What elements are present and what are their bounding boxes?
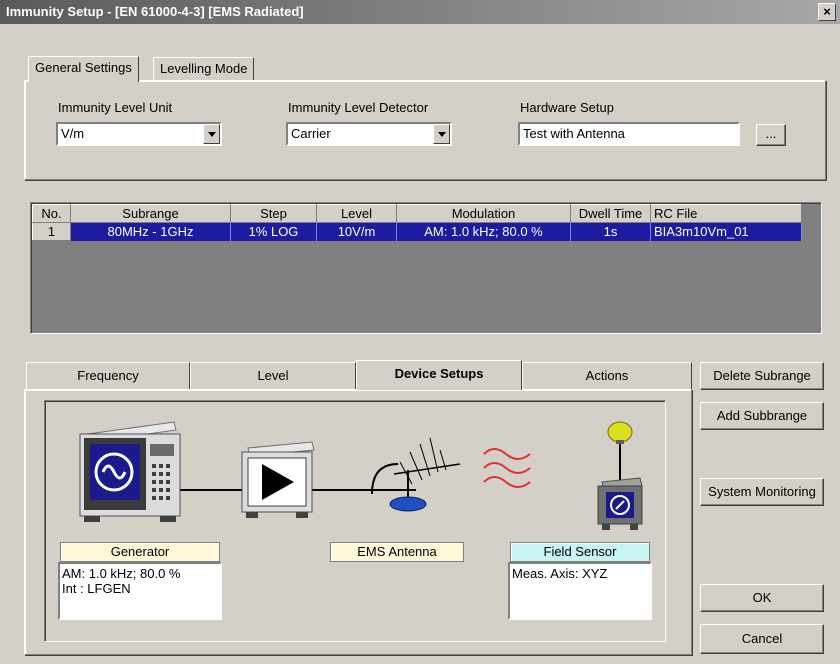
field-waves-icon [483,448,531,488]
cell-no[interactable]: 1 [32,222,71,241]
col-header-level[interactable]: Level [316,204,397,223]
tab-general-settings-label: General Settings [35,60,132,75]
table-row[interactable]: 1 80MHz - 1GHz 1% LOG 10V/m AM: 1.0 kHz;… [32,222,802,241]
tab-level[interactable]: Level [190,362,356,390]
cell-subrange[interactable]: 80MHz - 1GHz [70,222,231,241]
generator-line-1: AM: 1.0 kHz; 80.0 % [62,566,181,581]
unit-select[interactable]: V/m [56,122,222,146]
tab-frequency[interactable]: Frequency [26,362,190,390]
close-button[interactable]: × [818,3,836,21]
close-icon: × [823,4,831,19]
cell-level[interactable]: 10V/m [316,222,397,241]
detector-label: Immunity Level Detector [288,100,429,115]
tab-general-settings[interactable]: General Settings [28,56,139,82]
hardware-setup-field[interactable]: Test with Antenna [518,122,740,146]
window-title: Immunity Setup - [EN 61000-4-3] [EMS Rad… [6,4,304,19]
delete-subrange-button[interactable]: Delete Subrange [700,362,824,390]
tab-level-label: Level [257,368,289,383]
cell-dwell-time[interactable]: 1s [570,222,651,241]
generator-settings-box[interactable]: AM: 1.0 kHz; 80.0 % Int : LFGEN [58,562,222,620]
table-header-row: No. Subrange Step Level Modulation Dwell… [32,204,802,223]
tab-levelling-mode-label: Levelling Mode [160,61,248,76]
cell-step[interactable]: 1% LOG [230,222,317,241]
col-header-modulation[interactable]: Modulation [396,204,571,223]
tab-actions-label: Actions [585,368,629,383]
tab-frequency-label: Frequency [77,368,139,383]
unit-label: Immunity Level Unit [58,100,173,115]
ok-button[interactable]: OK [700,584,824,612]
window-title-bar: Immunity Setup - [EN 61000-4-3] [EMS Rad… [0,0,840,24]
tab-levelling-mode[interactable]: Levelling Mode [153,57,255,81]
tab-device-setups-label: Device Setups [394,366,484,381]
tab-actions[interactable]: Actions [522,362,692,390]
col-header-no[interactable]: No. [32,204,71,223]
system-monitoring-button[interactable]: System Monitoring [700,478,824,506]
tab-device-setups[interactable]: Device Setups [356,360,522,390]
detector-value: Carrier [291,126,331,141]
field-sensor-label[interactable]: Field Sensor [510,542,650,562]
field-sensor-settings-box[interactable]: Meas. Axis: XYZ [508,562,652,620]
ems-antenna-label[interactable]: EMS Antenna [330,542,464,562]
antenna-icon[interactable] [368,424,468,518]
amplifier-icon[interactable] [238,440,318,522]
signal-generator-icon[interactable] [76,420,186,524]
cell-modulation[interactable]: AM: 1.0 kHz; 80.0 % [396,222,571,241]
subrange-table: No. Subrange Step Level Modulation Dwell… [32,204,802,241]
hardware-browse-button[interactable]: ... [756,124,786,146]
hardware-label: Hardware Setup [520,100,614,115]
col-header-step[interactable]: Step [230,204,317,223]
add-subrange-button[interactable]: Add Subbrange [700,402,824,430]
cell-rc-file[interactable]: BIA3m10Vm_01 [650,222,802,241]
chevron-down-icon[interactable] [203,124,220,144]
detector-select[interactable]: Carrier [286,122,452,146]
cancel-button[interactable]: Cancel [700,624,824,654]
col-header-rc-file[interactable]: RC File [650,204,802,223]
unit-value: V/m [61,126,85,141]
generator-line-2: Int : LFGEN [62,581,131,596]
sensor-line-1: Meas. Axis: XYZ [512,566,608,581]
chevron-down-icon[interactable] [433,124,450,144]
field-sensor-icon[interactable] [592,416,648,532]
col-header-dwell-time[interactable]: Dwell Time [570,204,651,223]
generator-label[interactable]: Generator [60,542,220,562]
col-header-subrange[interactable]: Subrange [70,204,231,223]
